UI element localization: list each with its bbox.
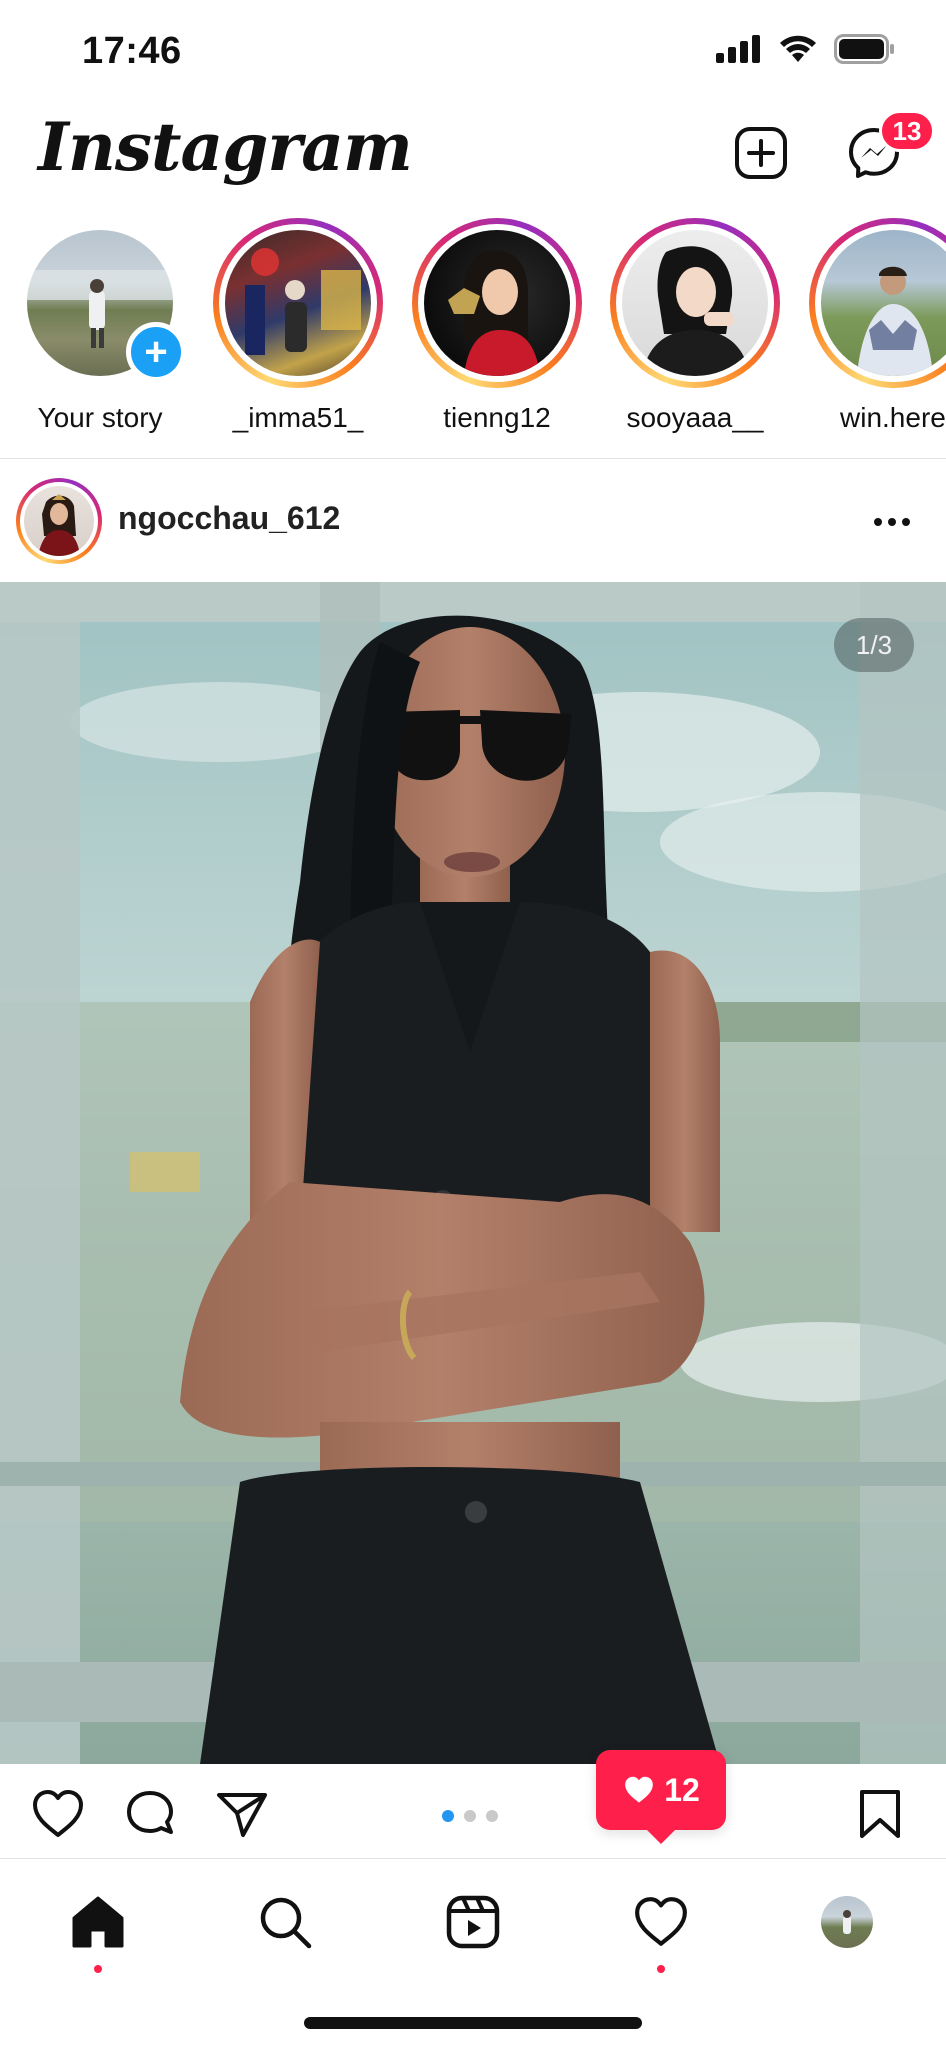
comment-icon [127,1791,173,1834]
like-notification-count: 12 [664,1771,700,1808]
profile-avatar [821,1896,873,1948]
reels-icon [446,1895,500,1949]
comment-button[interactable] [122,1786,178,1842]
post-avatar-ring[interactable] [16,478,102,564]
post-header: ngocchau_612 [0,470,946,580]
story-imma51[interactable]: _imma51_ [208,218,388,434]
more-dot [874,518,882,526]
story-label: sooyaaa__ [626,402,764,433]
status-icons [716,34,896,64]
story-label: _imma51_ [232,402,364,433]
status-time: 17:46 [82,30,182,72]
more-dot [888,518,896,526]
like-button[interactable] [30,1786,86,1842]
story-label: tienng12 [443,402,551,433]
post-avatar [24,486,94,556]
home-indicator [304,2017,642,2029]
nav-notification-dot [94,1965,102,1973]
app-header: Instagram 13 [0,100,946,215]
search-icon [260,1897,312,1949]
wifi-icon [780,35,816,62]
nav-home[interactable] [63,1887,133,1973]
messenger-button[interactable]: 13 [843,110,935,184]
story-win-here[interactable]: win.here [804,218,946,434]
new-post-button[interactable] [730,122,792,184]
story-sooyaaa[interactable]: sooyaaa__ [605,218,785,434]
save-button[interactable] [852,1786,908,1842]
nav-activity[interactable] [626,1887,696,1973]
story-avatar [424,230,570,376]
bottom-nav [0,1859,946,1989]
home-icon [72,1896,124,1948]
story-your-story[interactable]: + Your story [10,218,190,434]
bookmark-icon [860,1790,900,1838]
story-label: Your story [37,402,163,433]
activity-heart-icon [635,1897,687,1946]
more-dot [902,518,910,526]
battery-icon [834,34,894,64]
share-button[interactable] [214,1786,270,1842]
divider [0,458,946,459]
carousel-indicator [442,1810,498,1822]
instagram-logo[interactable]: Instagram [38,108,413,186]
post-username[interactable]: ngocchau_612 [118,500,340,537]
signal-icon [716,35,760,63]
share-icon [217,1793,267,1837]
story-label: win.here [840,402,946,433]
nav-reels[interactable] [438,1887,508,1957]
post-action-bar: 12 [0,1750,946,1858]
stories-tray: + Your story _imma51_ tienng12 sooyaaa__… [0,218,946,458]
image-counter: 1/3 [834,618,914,672]
heart-filled-icon [625,1776,654,1803]
story-avatar [821,230,946,376]
story-tienng12[interactable]: tienng12 [407,218,587,434]
like-icon [33,1790,83,1837]
carousel-dot [464,1810,476,1822]
nav-profile[interactable] [812,1887,882,1957]
story-avatar [622,230,768,376]
story-avatar [225,230,371,376]
more-options-button[interactable] [866,500,918,544]
nav-search[interactable] [250,1887,320,1957]
post-photo [0,582,946,1764]
messenger-badge: 13 [879,110,935,152]
new-post-icon [735,127,787,179]
status-bar: 17:46 [0,0,946,100]
post-image[interactable]: 1/3 [0,582,946,1764]
carousel-dot-active [442,1810,454,1822]
carousel-dot [486,1810,498,1822]
like-notification-popup[interactable]: 12 [596,1750,726,1830]
add-story-plus-icon[interactable]: + [126,322,186,382]
nav-notification-dot [657,1965,665,1973]
